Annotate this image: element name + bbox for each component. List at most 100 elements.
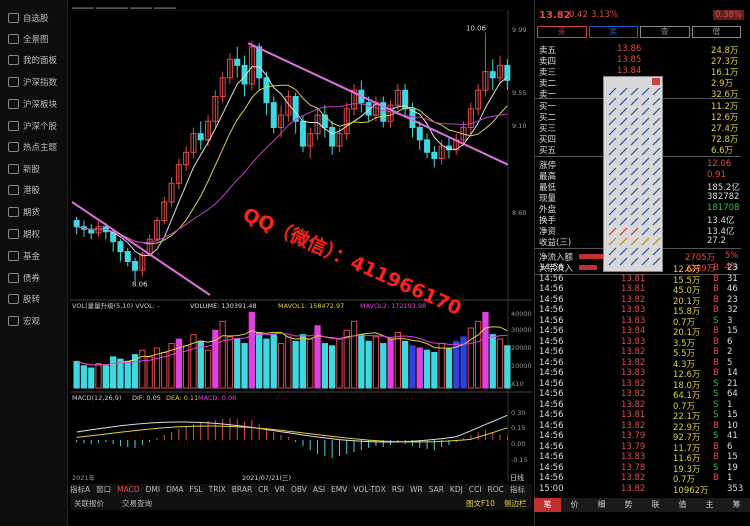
draw-tool-icon[interactable] xyxy=(608,187,617,196)
sidebar-toggle-button[interactable]: 侧边栏 xyxy=(504,498,527,509)
draw-tool-icon[interactable] xyxy=(619,157,628,166)
sidebar-item-0[interactable]: 自选股 xyxy=(8,10,68,26)
draw-tool-icon[interactable] xyxy=(641,177,650,186)
draw-tool-icon[interactable] xyxy=(608,127,617,136)
draw-tool-icon[interactable] xyxy=(608,97,617,106)
draw-tool-icon[interactable] xyxy=(652,87,661,96)
draw-tool-icon[interactable] xyxy=(619,197,628,206)
indicator-tab[interactable]: TRIX xyxy=(209,485,226,494)
draw-tool-icon[interactable] xyxy=(630,177,639,186)
draw-tool-icon[interactable] xyxy=(619,107,628,116)
indicator-tab[interactable]: DMI xyxy=(146,485,160,494)
draw-tool-icon[interactable] xyxy=(641,187,650,196)
detail-tab[interactable]: 笔 xyxy=(534,498,561,512)
indicator-tab[interactable]: VOL-TDX xyxy=(353,485,385,494)
draw-tool-icon[interactable] xyxy=(630,237,639,246)
draw-tool-icon[interactable] xyxy=(630,87,639,96)
draw-tool-icon[interactable] xyxy=(630,97,639,106)
sidebar-item-8[interactable]: 港股 xyxy=(8,182,68,198)
draw-tool-icon[interactable] xyxy=(630,187,639,196)
indicator-tab[interactable]: ASI xyxy=(313,485,325,494)
detail-tab[interactable]: 值 xyxy=(669,498,696,512)
draw-tool-icon[interactable] xyxy=(652,197,661,206)
sidebar-item-9[interactable]: 期货 xyxy=(8,204,68,220)
draw-tool-icon[interactable] xyxy=(630,157,639,166)
draw-tool-icon[interactable] xyxy=(652,107,661,116)
draw-tool-icon[interactable] xyxy=(608,157,617,166)
indicator-tab[interactable]: 窗口 xyxy=(96,485,111,494)
trade-tab[interactable]: 僧 xyxy=(691,26,741,38)
draw-tool-icon[interactable] xyxy=(630,257,639,266)
draw-tool-icon[interactable] xyxy=(619,97,628,106)
indicator-tab[interactable]: BRAR xyxy=(232,485,252,494)
draw-tool-icon[interactable] xyxy=(652,217,661,226)
indicator-tab[interactable]: MACD xyxy=(117,485,139,494)
draw-tool-icon[interactable] xyxy=(619,207,628,216)
draw-tool-icon[interactable] xyxy=(630,247,639,256)
draw-tool-icon[interactable] xyxy=(652,187,661,196)
sidebar-item-13[interactable]: 股转 xyxy=(8,291,68,307)
draw-tool-icon[interactable] xyxy=(608,117,617,126)
draw-tool-icon[interactable] xyxy=(641,257,650,266)
draw-tool-icon[interactable] xyxy=(608,207,617,216)
sidebar-item-11[interactable]: 基金 xyxy=(8,248,68,264)
draw-tool-icon[interactable] xyxy=(652,227,661,236)
draw-tool-icon[interactable] xyxy=(641,217,650,226)
draw-tool-icon[interactable] xyxy=(608,227,617,236)
related-quote-button[interactable]: 关联报价 xyxy=(74,498,104,509)
indicator-tab[interactable]: OBV xyxy=(291,485,307,494)
sidebar-item-12[interactable]: 债券 xyxy=(8,270,68,286)
draw-tool-icon[interactable] xyxy=(641,167,650,176)
period-label[interactable]: 日线 xyxy=(510,473,524,482)
draw-tool-icon[interactable] xyxy=(652,127,661,136)
draw-tool-icon[interactable] xyxy=(630,117,639,126)
draw-tool-icon[interactable] xyxy=(652,147,661,156)
detail-tab[interactable]: 主 xyxy=(696,498,723,512)
draw-tool-icon[interactable] xyxy=(619,167,628,176)
indicator-tab[interactable]: SAR xyxy=(429,485,444,494)
indicator-tab[interactable]: CR xyxy=(258,485,268,494)
trade-query-button[interactable]: 交易查询 xyxy=(122,498,152,509)
draw-tool-icon[interactable] xyxy=(652,167,661,176)
draw-tool-icon[interactable] xyxy=(641,127,650,136)
detail-tab[interactable]: 联 xyxy=(642,498,669,512)
indicator-tab[interactable]: DMA xyxy=(166,485,183,494)
draw-tool-icon[interactable] xyxy=(652,97,661,106)
draw-tool-icon[interactable] xyxy=(608,137,617,146)
draw-tool-icon[interactable] xyxy=(652,117,661,126)
draw-tool-icon[interactable] xyxy=(641,157,650,166)
indicator-tab[interactable]: RSI xyxy=(392,485,404,494)
draw-tool-icon[interactable] xyxy=(641,197,650,206)
draw-tool-icon[interactable] xyxy=(641,87,650,96)
trend-line-upper[interactable] xyxy=(247,42,509,166)
indicator-tab[interactable]: ROC xyxy=(488,485,504,494)
indicator-tab[interactable]: EMV xyxy=(331,485,347,494)
draw-tool-icon[interactable] xyxy=(619,87,628,96)
draw-tool-icon[interactable] xyxy=(630,137,639,146)
draw-tool-icon[interactable] xyxy=(630,207,639,216)
draw-tool-icon[interactable] xyxy=(608,217,617,226)
draw-tool-icon[interactable] xyxy=(619,187,628,196)
f10-button[interactable]: 图文F10 xyxy=(466,498,495,509)
draw-tool-icon[interactable] xyxy=(652,257,661,266)
draw-tool-icon[interactable] xyxy=(619,217,628,226)
draw-tool-icon[interactable] xyxy=(630,227,639,236)
detail-tab[interactable]: 势 xyxy=(615,498,642,512)
draw-tool-icon[interactable] xyxy=(652,237,661,246)
draw-tool-icon[interactable] xyxy=(619,247,628,256)
sidebar-item-1[interactable]: 全景图 xyxy=(8,31,68,47)
sidebar-item-5[interactable]: 沪深个股 xyxy=(8,118,68,134)
draw-tool-icon[interactable] xyxy=(641,237,650,246)
draw-tool-icon[interactable] xyxy=(652,137,661,146)
draw-tool-icon[interactable] xyxy=(608,197,617,206)
indicator-tab[interactable]: WR xyxy=(410,485,423,494)
indicator-tab[interactable]: KDJ xyxy=(450,485,463,494)
draw-tool-icon[interactable] xyxy=(641,117,650,126)
draw-tool-icon[interactable] xyxy=(619,237,628,246)
draw-tool-icon[interactable] xyxy=(608,177,617,186)
draw-tool-icon[interactable] xyxy=(641,107,650,116)
draw-tool-icon[interactable] xyxy=(619,147,628,156)
draw-tool-icon[interactable] xyxy=(608,247,617,256)
close-icon[interactable] xyxy=(652,78,660,85)
draw-tool-icon[interactable] xyxy=(619,227,628,236)
